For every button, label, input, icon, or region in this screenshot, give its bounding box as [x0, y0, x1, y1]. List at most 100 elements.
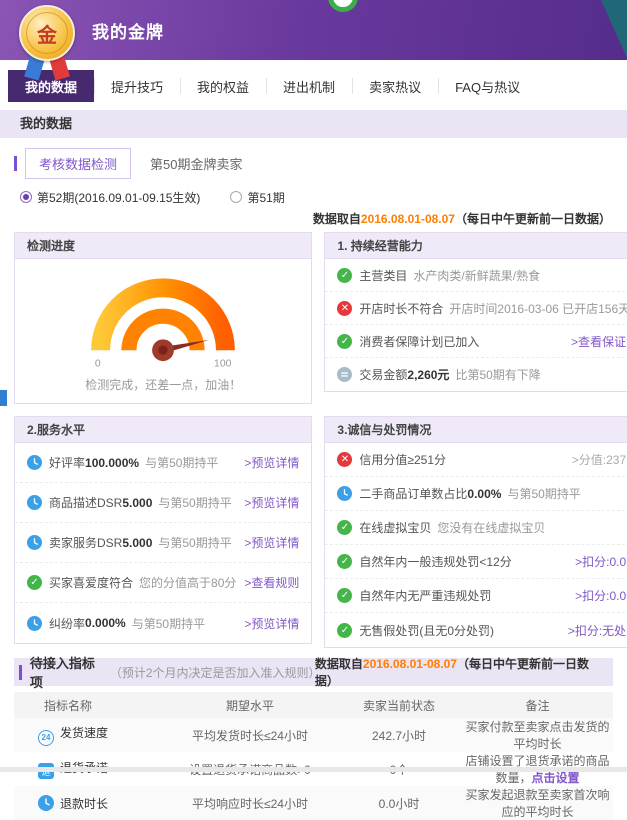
metric-row: 交易金额 2,260元 比第50期有下降	[325, 358, 627, 391]
metric-value: 5.000	[122, 536, 152, 550]
gauge-hub-inner	[158, 345, 167, 354]
metric-sub: 与第50期持平	[158, 494, 231, 511]
metric-sub: 开店时间2016-03-06 已开店156天	[449, 300, 627, 317]
gauge: 0 100 检测完成，还差一点，加油！	[15, 259, 311, 403]
preview-detail-link[interactable]: >预览详情	[236, 534, 299, 551]
deduction-link[interactable]: >扣分:无处罚	[560, 622, 627, 639]
page-title: 我的金牌	[92, 18, 164, 43]
radio-period-52[interactable]: 第52期(2016.09.01-09.15生效)	[20, 189, 200, 206]
metric-label: 自然年内一般违规处罚<12分	[359, 553, 511, 570]
pending-section-header: 待接入指标项 （预计2个月内决定是否加入准入规则） 数据取自2016.08.01…	[14, 658, 613, 686]
metric-label: 信用分值≥251分	[359, 451, 446, 468]
main-content: 考核数据检测 第50期金牌卖家 第52期(2016.09.01-09.15生效)…	[0, 138, 627, 820]
accent-bar	[14, 156, 17, 171]
metric-sub: 您的分值高于80分	[139, 574, 236, 591]
clock-icon	[27, 616, 42, 631]
metric-name: 发货速度	[60, 726, 108, 740]
expected-level: 平均响应时长≤24小时	[164, 786, 336, 820]
preview-detail-link[interactable]: >预览详情	[236, 494, 299, 511]
page-bottom-strip	[0, 767, 627, 772]
gauge-svg: 0 100	[68, 267, 258, 371]
medal-badge: 金	[19, 5, 75, 61]
metric-label: 卖家服务DSR	[49, 534, 122, 551]
metric-row: 好评率 100.000% 与第50期持平 >预览详情	[15, 443, 311, 483]
tab-seller-topics[interactable]: 卖家热议	[352, 70, 438, 102]
metric-label: 纠纷率	[49, 615, 85, 632]
metric-row: ✓ 在线虚拟宝贝 您没有在线虚拟宝贝	[325, 511, 627, 545]
tab-faq[interactable]: FAQ与热议	[438, 70, 537, 102]
metric-value: 100.000%	[85, 456, 139, 470]
tab-entry-exit[interactable]: 进出机制	[266, 70, 352, 102]
tab-my-rights[interactable]: 我的权益	[180, 70, 266, 102]
metric-value: 5.000	[122, 496, 152, 510]
score-link[interactable]: >分值:237分	[564, 451, 627, 468]
panels-grid: 检测进度	[14, 232, 613, 648]
clock-icon	[27, 535, 42, 550]
current-status: 242.7小时	[336, 718, 462, 752]
deduction-link[interactable]: >扣分:0.0分	[567, 587, 627, 604]
check-icon: ✓	[337, 623, 352, 638]
radio-period-51[interactable]: 第51期	[230, 189, 284, 206]
section-header: 我的数据	[0, 110, 627, 138]
radio-label: 第52期(2016.09.01-09.15生效)	[37, 189, 200, 206]
view-rules-link[interactable]: >查看规则	[236, 574, 299, 591]
table-header-row: 指标名称 期望水平 卖家当前状态 备注	[14, 692, 613, 718]
metric-value: 0.00%	[467, 487, 501, 501]
metric-label: 好评率	[49, 454, 85, 471]
data-source-note: 数据取自2016.08.01-08.07（每日中午更新前一日数据）	[315, 655, 605, 689]
table-row: 退款时长 平均响应时长≤24小时 0.0小时 买家发起退款至卖家首次响应的平均时…	[14, 786, 613, 820]
pending-subtitle: （预计2个月内决定是否加入准入规则）	[110, 664, 315, 681]
metric-label: 开店时长不符合	[359, 300, 443, 317]
tab-improve-skills[interactable]: 提升技巧	[94, 70, 180, 102]
check-icon: ✓	[337, 268, 352, 283]
metric-row: 卖家服务DSR 5.000 与第50期持平 >预览详情	[15, 523, 311, 563]
clock-icon	[38, 795, 54, 811]
deduction-link[interactable]: >扣分:0.0分	[567, 553, 627, 570]
current-status: 0.0小时	[336, 786, 462, 820]
pending-title: 待接入指标项	[30, 653, 106, 691]
view-deposit-link[interactable]: >查看保证金	[563, 333, 627, 350]
metric-row: 商品描述DSR 5.000 与第50期持平 >预览详情	[15, 483, 311, 523]
note-prefix: 数据取自	[315, 657, 363, 671]
cross-icon: ✕	[337, 301, 352, 316]
metric-sub: 比第50期有下降	[455, 366, 540, 383]
metric-row: ✓ 买家喜爱度符合 您的分值高于80分 >查看规则	[15, 563, 311, 603]
metric-value: 0.000%	[85, 616, 126, 630]
remark: 买家发起退款至卖家首次响应的平均时长	[462, 786, 613, 820]
gold-medal-icon: 金	[16, 5, 78, 81]
metric-row: ✕ 开店时长不符合 开店时间2016-03-06 已开店156天	[325, 292, 627, 325]
col-expected-level: 期望水平	[164, 692, 336, 718]
metric-label: 主营类目	[359, 267, 407, 284]
check-icon: ✓	[337, 554, 352, 569]
metric-sub: 与第50期持平	[132, 615, 205, 632]
col-remark: 备注	[462, 692, 613, 718]
metric-sub: 与第50期持平	[507, 485, 580, 502]
radio-label: 第51期	[247, 189, 284, 206]
metric-name: 退款时长	[60, 797, 108, 811]
note-date: 2016.08.01-08.07	[361, 212, 455, 226]
panel-integrity: 3.诚信与处罚情况 ✕ 信用分值≥251分 >分值:237分 二手商品订单数占比…	[324, 416, 627, 648]
subtab-assessment-check[interactable]: 考核数据检测	[25, 148, 131, 179]
note-suffix: （每日中午更新前一日数据）	[455, 212, 611, 226]
metric-sub: 与第50期持平	[158, 534, 231, 551]
panel-operation-title: 1. 持续经营能力	[325, 233, 627, 259]
metric-label: 二手商品订单数占比	[359, 485, 467, 502]
24h-icon: 24	[38, 730, 54, 746]
click-setup-link[interactable]: 点击设置	[532, 771, 580, 785]
panel-integrity-title: 3.诚信与处罚情况	[325, 417, 627, 443]
panel-service-title: 2.服务水平	[15, 417, 311, 443]
period-selector: 第52期(2016.09.01-09.15生效) 第51期	[20, 186, 613, 208]
clock-icon	[337, 486, 352, 501]
metric-row: ✓ 消费者保障计划已加入 >查看保证金	[325, 325, 627, 358]
page-edge-marker	[0, 390, 7, 406]
preview-detail-link[interactable]: >预览详情	[236, 615, 299, 632]
remark: 买家付款至卖家点击发货的平均时长	[462, 718, 613, 752]
check-icon: ✓	[337, 334, 352, 349]
metric-row: ✓ 主营类目 水产肉类/新鲜蔬果/熟食	[325, 259, 627, 292]
metric-label: 交易金额	[359, 366, 407, 383]
check-icon: ✓	[337, 588, 352, 603]
subtab-period50-gold[interactable]: 第50期金牌卖家	[137, 149, 255, 178]
data-source-note: 数据取自2016.08.01-08.07（每日中午更新前一日数据）	[14, 210, 611, 228]
table-row: 24发货速度 平均发货时长≤24小时 242.7小时 买家付款至卖家点击发货的平…	[14, 718, 613, 752]
preview-detail-link[interactable]: >预览详情	[236, 454, 299, 471]
